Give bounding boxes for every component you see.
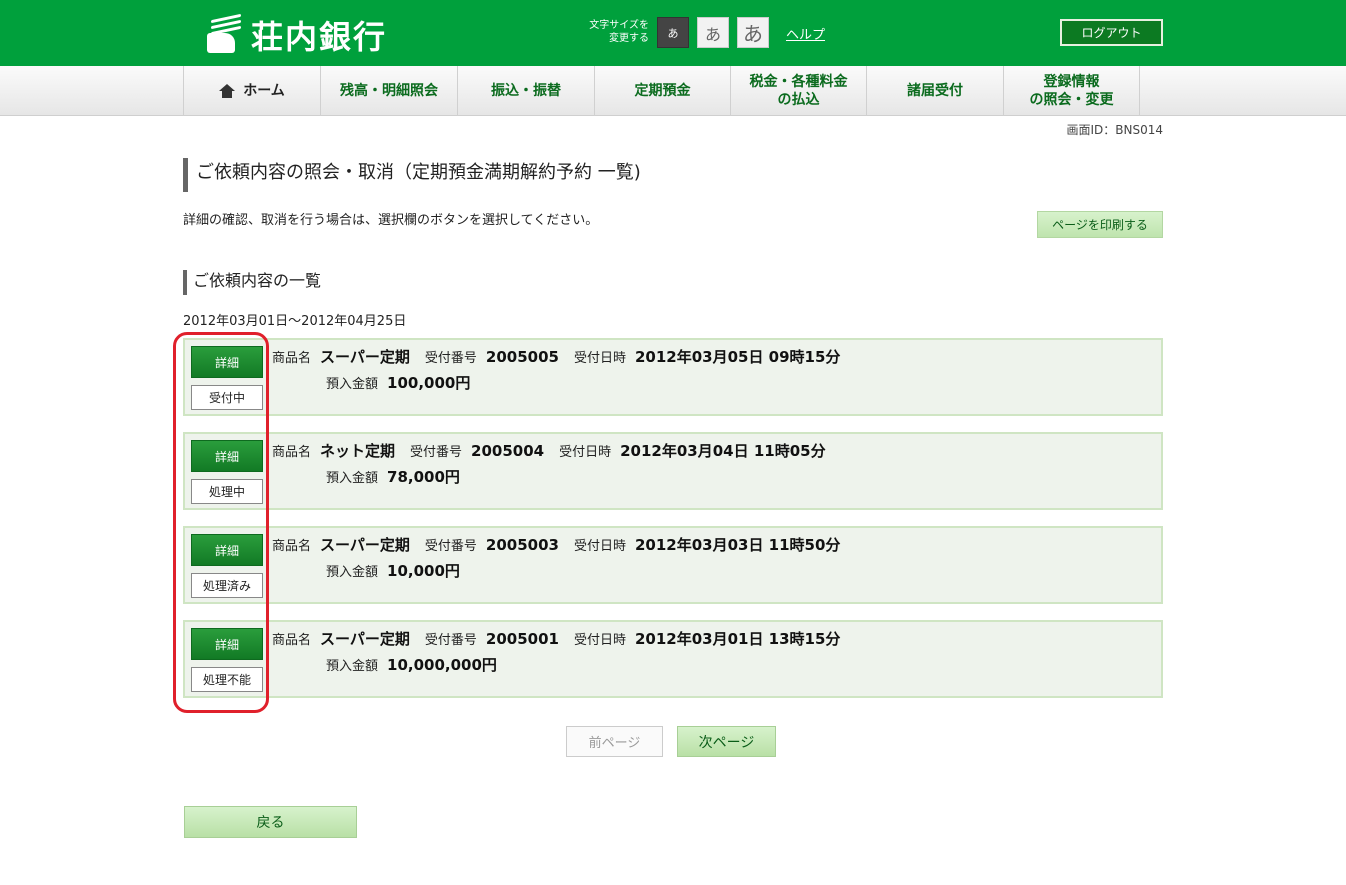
receipt-datetime-value: 2012年03月01日 13時15分 (634, 630, 841, 648)
print-page-button[interactable]: ページを印刷する (1037, 211, 1163, 238)
receipt-datetime-label: 受付日時 (559, 445, 612, 460)
request-row: 詳細 処理中 商品名 ネット定期 受付番号 2005004 受付日時 2012年… (183, 432, 1163, 510)
section-title: ご依頼内容の一覧 (183, 270, 321, 295)
amount-value: 78,000円 (387, 468, 460, 486)
request-row: 詳細 処理不能 商品名 スーパー定期 受付番号 2005001 受付日時 201… (183, 620, 1163, 698)
amount-label: 預入金額 (326, 377, 379, 392)
next-page-button[interactable]: 次ページ (677, 726, 776, 757)
font-size-label: 文字サイズを 変更する (589, 20, 649, 44)
amount-value: 10,000,000円 (387, 656, 497, 674)
product-value: スーパー定期 (320, 536, 410, 554)
date-range: 2012年03月01日～2012年04月25日 (183, 314, 407, 329)
request-row: 詳細 処理済み 商品名 スーパー定期 受付番号 2005003 受付日時 201… (183, 526, 1163, 604)
request-row: 詳細 受付中 商品名 スーパー定期 受付番号 2005005 受付日時 2012… (183, 338, 1163, 416)
font-size-small-button[interactable]: あ (657, 17, 689, 48)
main-nav: ホーム 残高・明細照会 振込・振替 定期預金 税金・各種料金 の払込 諸届受付 登… (0, 66, 1346, 116)
instructions-text: 詳細の確認、取消を行う場合は、選択欄のボタンを選択してください。 (183, 213, 599, 228)
page-title: ご依頼内容の照会・取消（定期預金満期解約予約 一覧) (183, 158, 641, 192)
amount-value: 100,000円 (387, 374, 471, 392)
receipt-no-value: 2005001 (485, 630, 559, 648)
logout-button[interactable]: ログアウト (1060, 19, 1163, 46)
nav-balance-statement[interactable]: 残高・明細照会 (321, 66, 458, 116)
product-label: 商品名 (272, 539, 312, 554)
help-link[interactable]: ヘルプ (786, 24, 825, 43)
nav-notifications[interactable]: 諸届受付 (867, 66, 1004, 116)
receipt-no-label: 受付番号 (424, 539, 477, 554)
receipt-no-value: 2005005 (485, 348, 559, 366)
product-label: 商品名 (272, 445, 312, 460)
receipt-datetime-label: 受付日時 (573, 539, 626, 554)
nav-home[interactable]: ホーム (184, 66, 321, 116)
product-value: スーパー定期 (320, 348, 410, 366)
nav-registration-info[interactable]: 登録情報 の照会・変更 (1004, 66, 1140, 116)
receipt-datetime-value: 2012年03月05日 09時15分 (634, 348, 841, 366)
amount-label: 預入金額 (326, 659, 379, 674)
product-value: ネット定期 (320, 442, 396, 460)
site-header: 荘内銀行 文字サイズを 変更する あ あ あ ヘルプ ログアウト (0, 0, 1346, 66)
product-label: 商品名 (272, 633, 312, 648)
product-value: スーパー定期 (320, 630, 410, 648)
home-icon (219, 84, 236, 98)
screen-id: 画面ID：BNS014 (1066, 123, 1163, 137)
font-size-medium-button[interactable]: あ (697, 17, 729, 48)
prev-page-button[interactable]: 前ページ (566, 726, 663, 757)
font-size-large-button[interactable]: あ (737, 17, 769, 48)
product-label: 商品名 (272, 351, 312, 366)
receipt-datetime-label: 受付日時 (573, 633, 626, 648)
receipt-no-label: 受付番号 (410, 445, 463, 460)
receipt-no-label: 受付番号 (424, 351, 477, 366)
bank-logo-icon (207, 13, 243, 55)
receipt-datetime-value: 2012年03月04日 11時05分 (620, 442, 826, 460)
nav-tax-payment[interactable]: 税金・各種料金 の払込 (731, 66, 867, 116)
bank-name: 荘内銀行 (251, 18, 388, 56)
back-button[interactable]: 戻る (184, 806, 357, 838)
amount-label: 預入金額 (326, 565, 379, 580)
receipt-datetime-value: 2012年03月03日 11時50分 (634, 536, 841, 554)
amount-label: 預入金額 (326, 471, 379, 486)
nav-transfer[interactable]: 振込・振替 (458, 66, 595, 116)
receipt-no-value: 2005004 (471, 442, 545, 460)
amount-value: 10,000円 (387, 562, 460, 580)
bank-logo[interactable]: 荘内銀行 (207, 12, 387, 58)
highlight-annotation (173, 332, 269, 713)
receipt-no-value: 2005003 (485, 536, 559, 554)
nav-time-deposit[interactable]: 定期預金 (595, 66, 731, 116)
receipt-datetime-label: 受付日時 (573, 351, 626, 366)
receipt-no-label: 受付番号 (424, 633, 477, 648)
